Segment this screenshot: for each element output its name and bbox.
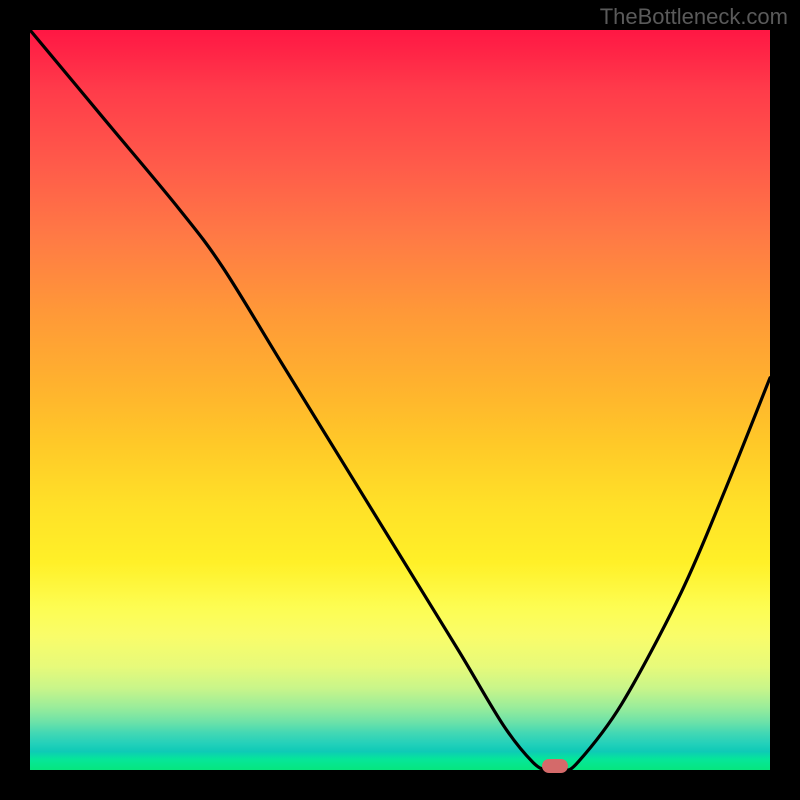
watermark-text: TheBottleneck.com [600,4,788,30]
chart-marker [542,759,568,773]
chart-curve [30,30,770,770]
chart-plot-area [30,30,770,770]
